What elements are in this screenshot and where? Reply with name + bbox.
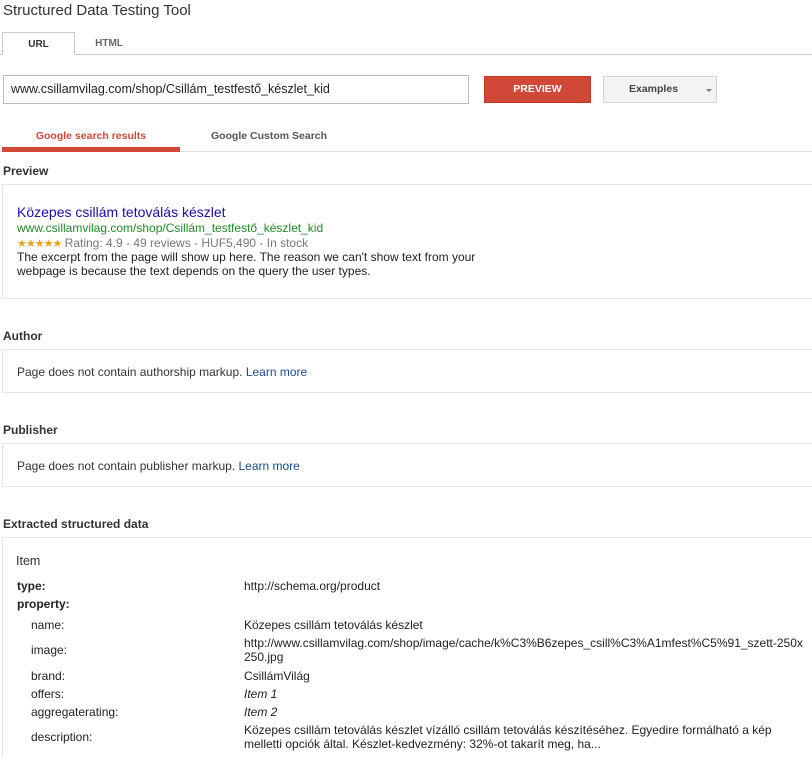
caret-down-icon <box>706 89 712 92</box>
author-heading: Author <box>3 329 43 343</box>
preview-heading: Preview <box>3 164 49 178</box>
tab-google-search-results[interactable]: Google search results <box>2 125 180 152</box>
property-key-description: description: <box>31 730 93 744</box>
property-key-aggregaterating: aggregaterating: <box>31 705 119 719</box>
rating-text: Rating: 4.9 - 49 reviews - HUF5,490 - In… <box>64 236 309 250</box>
preview-button[interactable]: PREVIEW <box>484 76 591 103</box>
result-snippet: The excerpt from the page will show up h… <box>17 250 476 278</box>
result-title[interactable]: Közepes csillám tetoválás készlet <box>17 204 226 220</box>
page-title: Structured Data Testing Tool <box>3 2 191 19</box>
property-key: property: <box>17 597 70 611</box>
extracted-heading: Extracted structured data <box>3 517 149 531</box>
url-input[interactable]: www.csillamvilag.com/shop/Csillám_testfe… <box>3 75 469 104</box>
extracted-box: Item type: http://schema.org/product pro… <box>2 537 812 757</box>
examples-label: Examples <box>629 83 679 95</box>
author-message: Page does not contain authorship markup.… <box>17 365 307 379</box>
publisher-learn-more-link[interactable]: Learn more <box>238 459 299 473</box>
property-value-image: http://www.csillamvilag.com/shop/image/c… <box>244 636 803 664</box>
preview-box: Közepes csillám tetoválás készlet www.cs… <box>2 184 812 299</box>
result-tabs: Google search results Google Custom Sear… <box>0 125 812 152</box>
examples-dropdown[interactable]: Examples <box>603 76 717 103</box>
publisher-message: Page does not contain publisher markup. … <box>17 459 300 473</box>
author-learn-more-link[interactable]: Learn more <box>246 365 307 379</box>
rating-stars-icon: ★★★★★ <box>17 238 62 250</box>
publisher-heading: Publisher <box>3 423 58 437</box>
type-key: type: <box>17 579 46 593</box>
result-rating: ★★★★★ Rating: 4.9 - 49 reviews - HUF5,49… <box>17 236 308 250</box>
property-key-offers: offers: <box>31 687 65 701</box>
type-value: http://schema.org/product <box>244 579 381 593</box>
author-message-text: Page does not contain authorship markup. <box>17 365 243 379</box>
property-key-image: image: <box>31 643 68 657</box>
property-value-name: Közepes csillám tetoválás készlet <box>244 618 423 632</box>
tab-html[interactable]: HTML <box>78 32 140 55</box>
publisher-box: Page does not contain publisher markup. … <box>2 443 812 487</box>
item-title: Item <box>16 554 41 568</box>
tab-url[interactable]: URL <box>2 32 75 55</box>
property-value-aggregaterating[interactable]: Item 2 <box>244 705 804 719</box>
input-tabs: URL HTML <box>0 32 812 55</box>
publisher-message-text: Page does not contain publisher markup. <box>17 459 236 473</box>
property-key-name: name: <box>31 618 65 632</box>
property-value-brand: CsillámVilág <box>244 669 310 683</box>
property-value-description: Közepes csillám tetoválás készlet vízáll… <box>244 723 772 751</box>
result-url: www.csillamvilag.com/shop/Csillám_testfe… <box>17 221 324 235</box>
property-key-brand: brand: <box>31 669 66 683</box>
property-value-offers[interactable]: Item 1 <box>244 687 804 701</box>
author-box: Page does not contain authorship markup.… <box>2 349 812 393</box>
tab-google-custom-search[interactable]: Google Custom Search <box>180 125 358 152</box>
